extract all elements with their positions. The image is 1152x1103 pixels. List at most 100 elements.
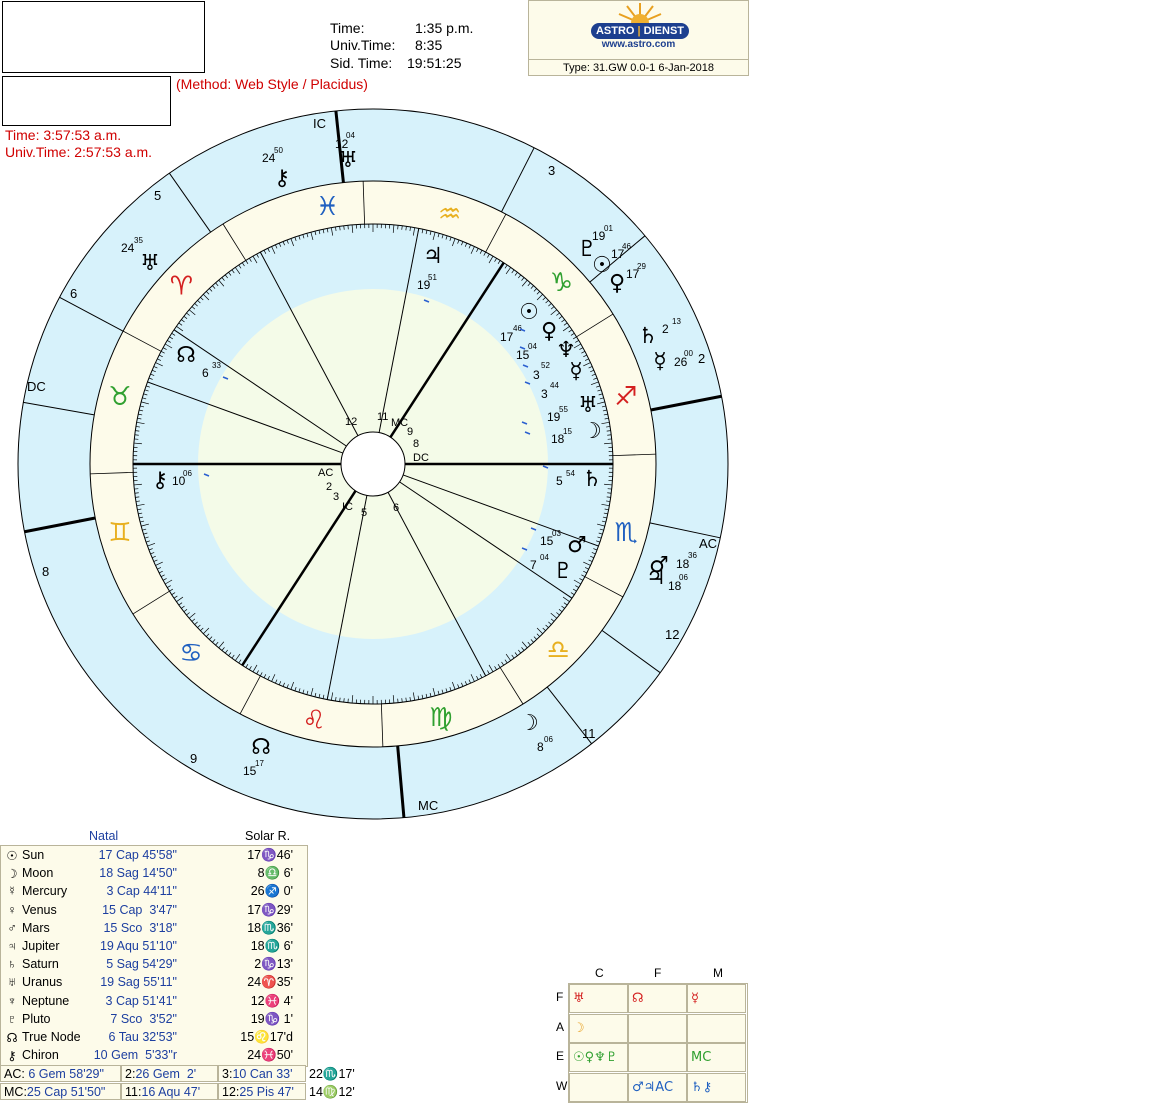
solar-position: 19♑ 1': [223, 1012, 293, 1027]
logo-url[interactable]: www.astro.com: [529, 39, 748, 50]
solar-house-3: 3: [548, 163, 555, 178]
chiron-outer-icon[interactable]: ⚷: [274, 166, 290, 191]
moon-inner-icon[interactable]: ☽: [582, 419, 602, 444]
solar-position: 17♑46': [223, 848, 293, 863]
table-row: ♂Mars15 Sco 3'18"18♏36': [1, 921, 307, 939]
natal-house-11: 11: [377, 411, 388, 423]
moon-icon: ☽: [5, 866, 19, 881]
sun-inner-icon[interactable]: ☉: [519, 300, 539, 325]
grid-cell-a-c: ☽: [569, 1014, 628, 1043]
table-col-solar: Solar R.: [245, 829, 290, 843]
natal-house-3: 3: [333, 491, 339, 503]
natal-position: 15 Sco 3'18": [85, 921, 177, 935]
jupiter-outer-icon[interactable]: ♃: [646, 565, 666, 590]
node-outer-icon[interactable]: ☊: [251, 735, 271, 760]
house-mc-label: MC:: [4, 1085, 27, 1099]
house-solar-mc: 14♍12': [309, 1085, 355, 1100]
chart-type-line: Type: 31.GW 0.0-1 6-Jan-2018: [529, 59, 748, 74]
solar-position: 17♑29': [223, 903, 293, 918]
uranus-outer-icon[interactable]: ♅: [338, 148, 358, 173]
grid-cell-w-m: ♄⚷: [687, 1073, 746, 1102]
saturn-outer-icon[interactable]: ♄: [638, 324, 658, 349]
solar-house-6: 6: [70, 286, 77, 301]
grid-cell-a-f: [628, 1014, 687, 1043]
venus-inner-icon[interactable]: ♀: [541, 319, 557, 344]
venus-outer-icon[interactable]: ♀: [609, 271, 625, 296]
grid-cell-e-f: [628, 1043, 687, 1072]
natal-position: 17 Cap 45'58": [85, 848, 177, 862]
solar-position: 24♓50': [223, 1048, 293, 1063]
jupiter-inner-icon[interactable]: ♃: [423, 244, 443, 269]
solar-house-2: 2: [698, 351, 705, 366]
natal-position: 18 Sag 14'50": [85, 866, 177, 880]
house-12-label: 12:: [222, 1085, 239, 1099]
planet-name: Pluto: [22, 1012, 51, 1026]
uranus-outer-2-icon[interactable]: ♅: [140, 251, 160, 276]
house-mc: MC:25 Cap 51'50": [0, 1083, 121, 1100]
house-11-label: 11:: [125, 1085, 141, 1099]
true-node-icon: ☊: [5, 1030, 19, 1045]
table-row: ♃Jupiter19 Aqu 51'10"18♏ 6': [1, 939, 307, 957]
solar-position: 18♏ 6': [223, 939, 293, 954]
grid-col-header: C: [595, 966, 604, 980]
planet-name: Neptune: [22, 994, 69, 1008]
pluto-inner-icon[interactable]: ♇: [553, 559, 573, 584]
aries-sign-icon: ♈: [170, 271, 193, 301]
gemini-sign-icon: ♊: [108, 518, 131, 548]
chiron-outer-minute: 50: [274, 146, 283, 155]
natal-house-6: 6: [393, 502, 399, 514]
astrodienst-logo[interactable]: ASTRO | DIENST www.astro.com Type: 31.GW…: [528, 0, 749, 76]
moon-outer-icon[interactable]: ☽: [519, 711, 539, 736]
solar-mc-label: MC: [418, 798, 438, 813]
natal-position: 19 Sag 55'11": [85, 975, 177, 989]
natal-dc-label: DC: [413, 452, 429, 464]
planet-name: Chiron: [22, 1048, 59, 1062]
planet-name: Uranus: [22, 975, 62, 989]
saturn-outer-degree: 2: [662, 322, 669, 336]
uranus-outer-2-minute: 35: [134, 236, 143, 245]
venus-icon: ♀: [5, 903, 19, 917]
mercury-inner-icon[interactable]: ☿: [569, 359, 583, 384]
house-12: 12:25 Pis 47': [218, 1083, 306, 1100]
saturn-inner-icon[interactable]: ♄: [582, 467, 602, 492]
logo-divider: |: [638, 25, 641, 37]
house-11-value: 16 Aqu 47': [141, 1085, 200, 1099]
grid-cell-w-c: [569, 1073, 628, 1102]
mars-outer-minute: 36: [688, 551, 697, 560]
natal-position: 19 Aqu 51'10": [85, 939, 177, 953]
house-ac-label: AC:: [4, 1067, 25, 1081]
planet-table: ☉Sun17 Cap 45'58"17♑46'☽Moon18 Sag 14'50…: [0, 845, 308, 1067]
uranus-inner-icon[interactable]: ♅: [578, 393, 598, 418]
node-inner-icon[interactable]: ☊: [176, 343, 196, 368]
neptune-inner-degree: 3: [533, 368, 540, 382]
house-mc-value: 25 Cap 51'50": [27, 1085, 105, 1099]
natal-ac-label: AC: [318, 467, 333, 479]
grid-cell-f-m: ☿: [687, 984, 746, 1013]
logo-pill: ASTRO | DIENST: [591, 23, 689, 39]
planet-name: True Node: [22, 1030, 81, 1044]
table-row: ☊True Node6 Tau 32'53"15♌17'd: [1, 1030, 307, 1048]
natal-house-9: 9: [407, 426, 413, 438]
solar-position: 24♈35': [223, 975, 293, 990]
venus-outer-minute: 29: [637, 262, 646, 271]
natal-position: 6 Tau 32'53": [85, 1030, 177, 1044]
saturn-inner-minute: 54: [566, 469, 575, 478]
logo-text-right: DIENST: [644, 25, 684, 37]
name-box-natal: [2, 1, 205, 73]
sun-rays-icon: [615, 1, 665, 25]
mars-inner-icon[interactable]: ♂: [567, 533, 587, 558]
node-inner-minute: 33: [212, 361, 221, 370]
logo-text-left: ASTRO: [596, 25, 635, 37]
mercury-outer-icon[interactable]: ☿: [653, 349, 667, 374]
pluto-icon: ♇: [5, 1012, 19, 1026]
grid-col-header: F: [654, 966, 661, 980]
chiron-inner-minute: 06: [183, 469, 192, 478]
chiron-inner-icon[interactable]: ⚷: [152, 468, 168, 493]
house-2: 2:26 Gem 2': [121, 1065, 218, 1082]
house-3: 3:10 Can 33': [218, 1065, 306, 1082]
time-label: Time:: [330, 20, 364, 36]
virgo-sign-icon: ♍: [429, 703, 452, 733]
house-3-label: 3:: [222, 1067, 232, 1081]
table-row: ☉Sun17 Cap 45'58"17♑46': [1, 848, 307, 866]
solar-house-12: 12: [665, 627, 679, 642]
